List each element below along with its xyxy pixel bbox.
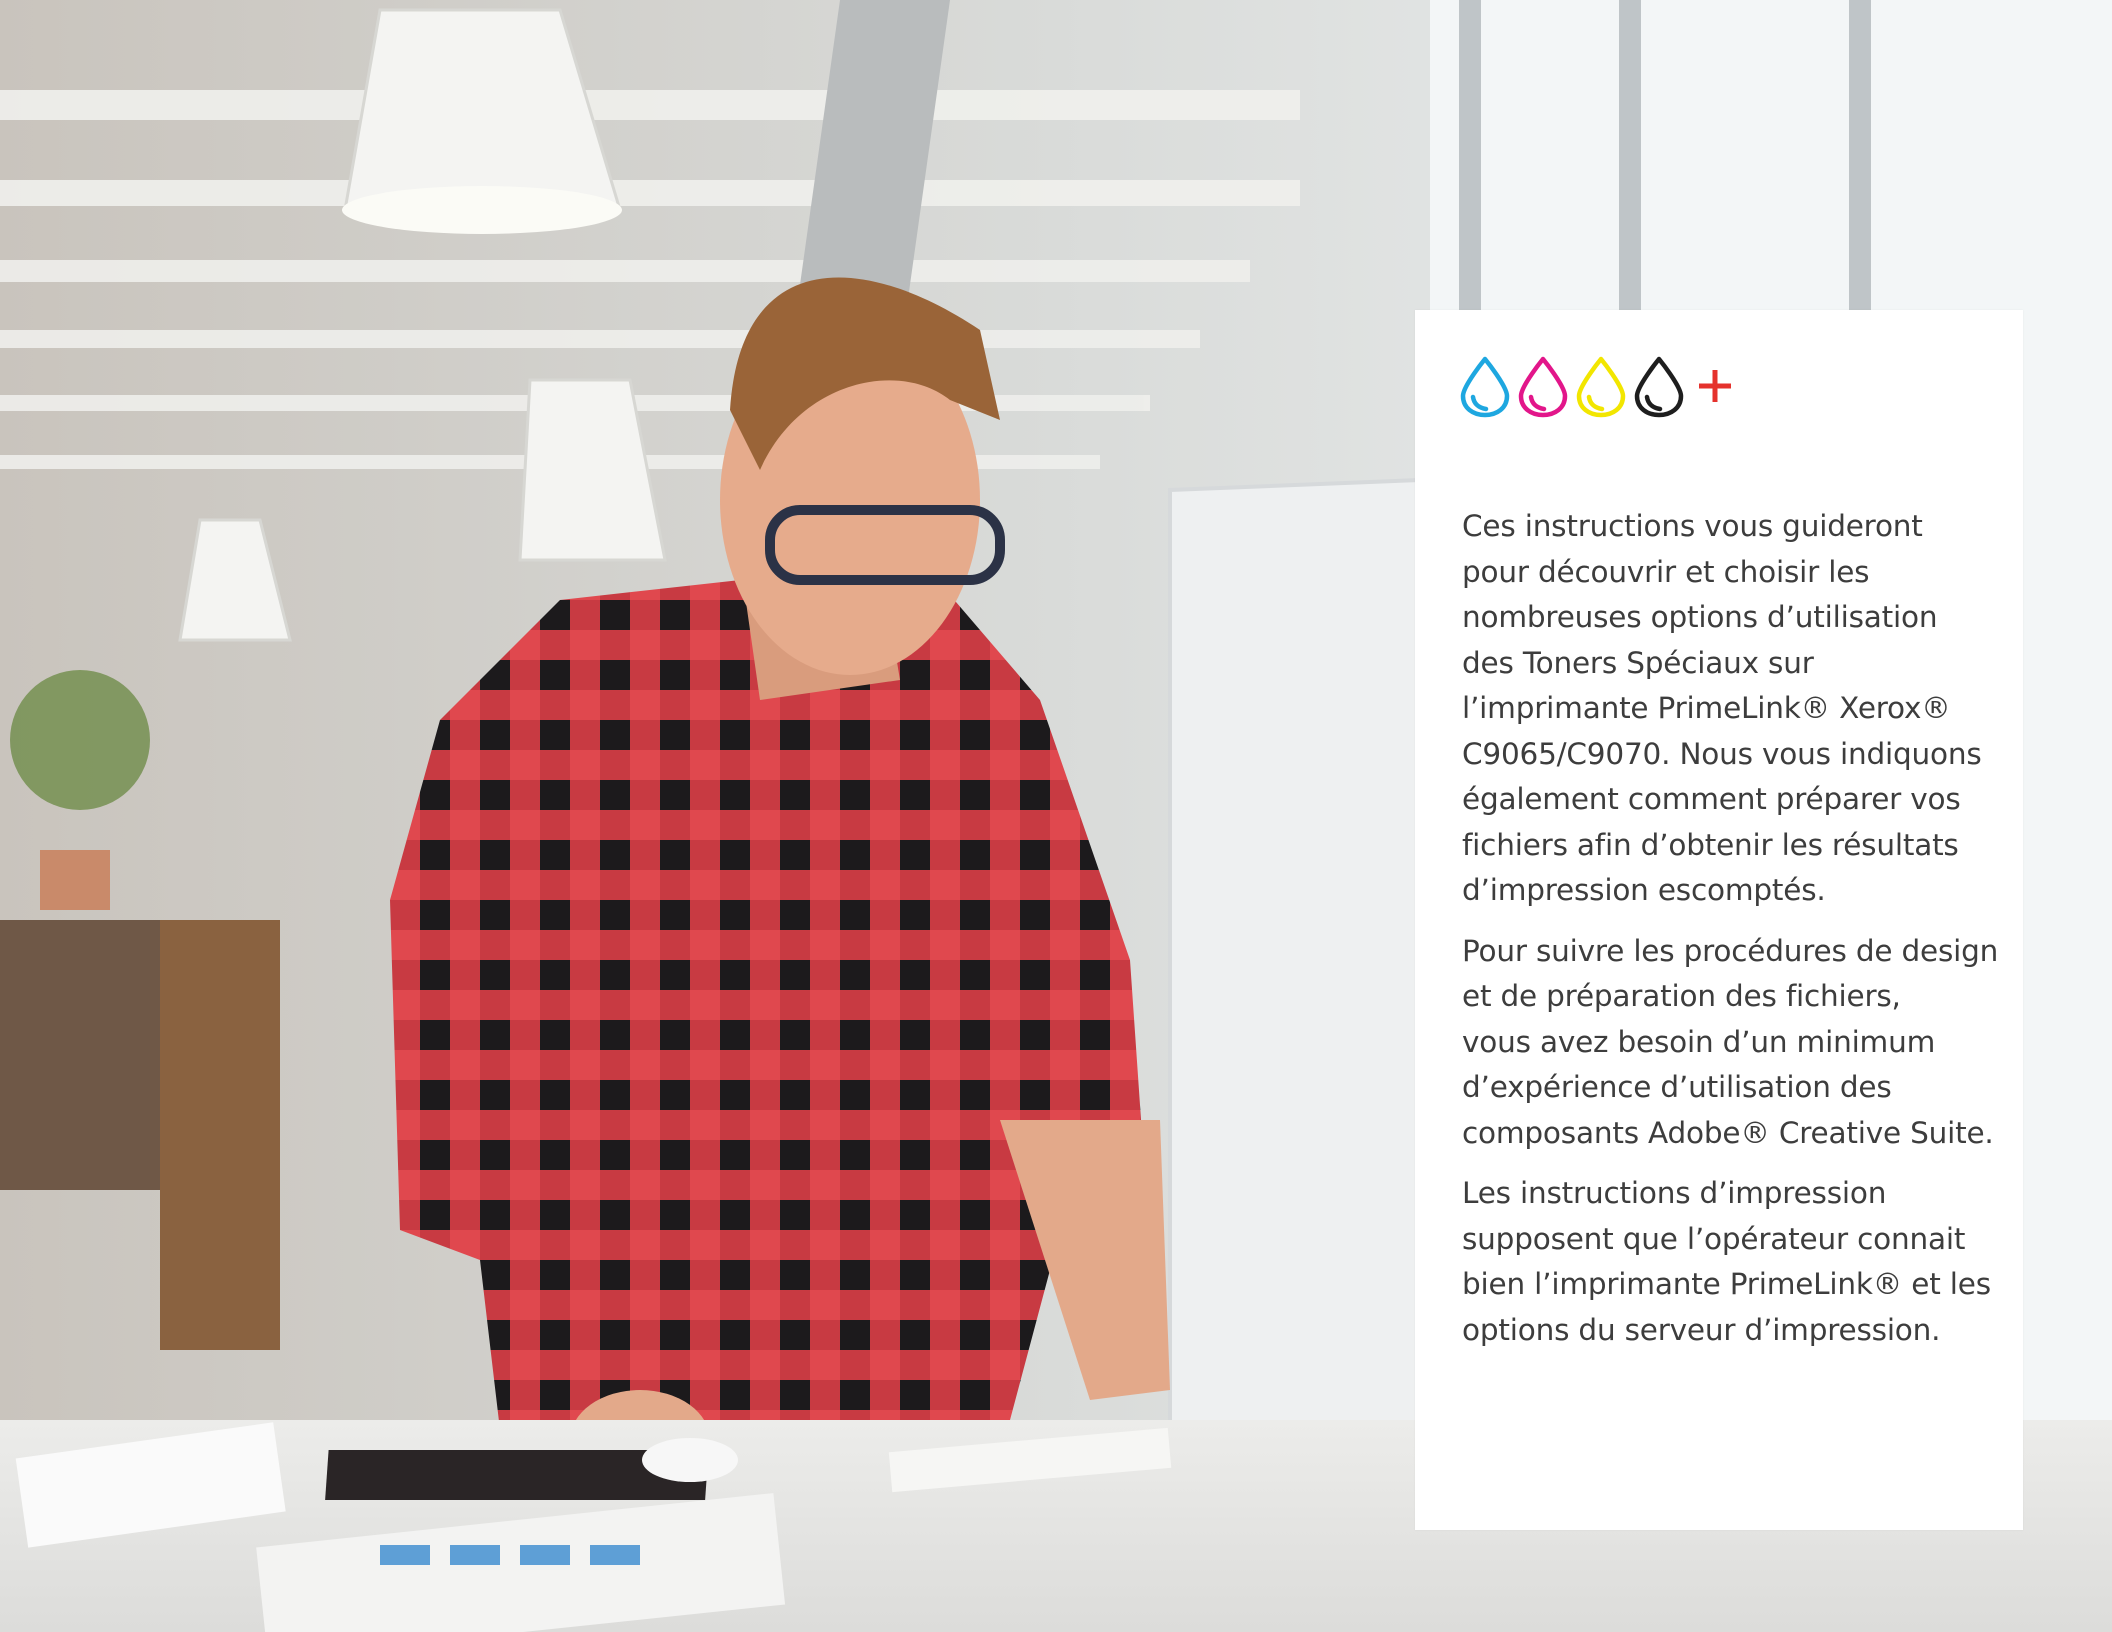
cyan-drop-icon [1460, 356, 1510, 418]
intro-paragraph: Ces instructions vous guideront pour déc… [1462, 509, 1982, 907]
prerequisites-paragraph: Pour suivre les procédures de design et … [1462, 933, 1999, 1150]
black-drop-icon [1634, 356, 1684, 418]
toner-icons [1459, 356, 1735, 418]
magenta-drop-icon [1518, 356, 1568, 418]
intro-text: Ces instructions vous guideront pour déc… [1462, 504, 2002, 1368]
printing-paragraph: Les instructions d’impression supposent … [1462, 1176, 1991, 1347]
yellow-drop-icon [1576, 356, 1626, 418]
intro-card: Ces instructions vous guideront pour déc… [1415, 310, 2023, 1530]
plus-icon [1699, 370, 1731, 402]
